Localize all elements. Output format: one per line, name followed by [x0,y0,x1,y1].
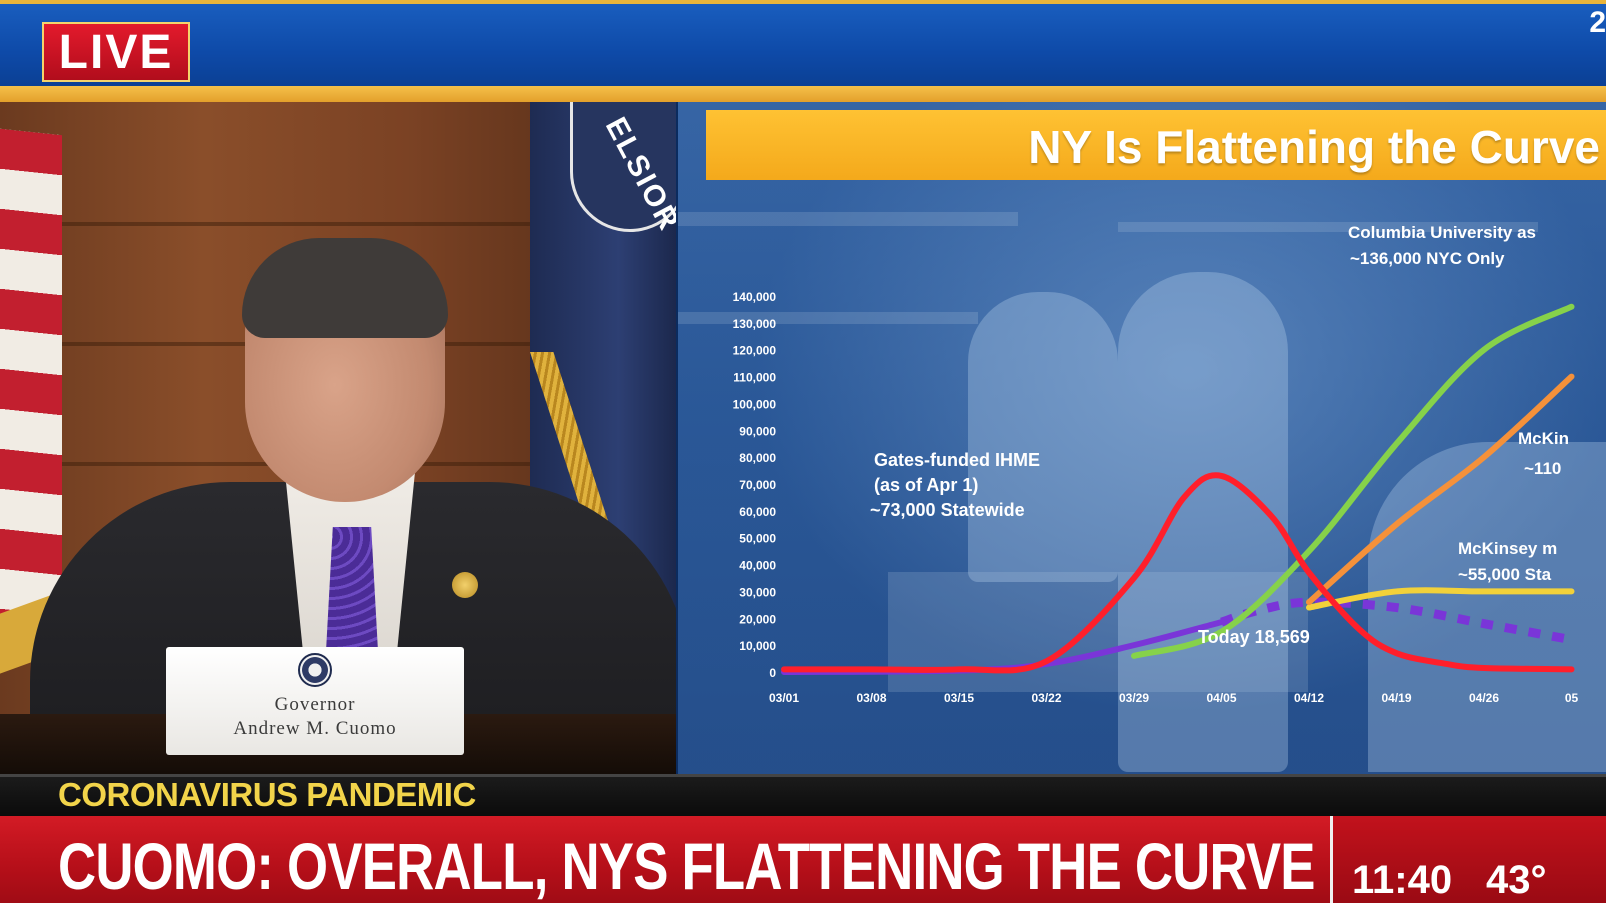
y-tick-label: 20,000 [739,612,776,626]
x-tick-label: 03/22 [1031,691,1061,705]
corner-channel-digit: 2 [1589,6,1606,39]
mckinsey-high-annotation-line1: McKin [1518,429,1569,448]
y-tick-label: 10,000 [739,639,776,653]
mckinsey-high-annotation-line2: ~110 [1524,459,1561,478]
clock-time: 11:40 [1352,858,1453,902]
presentation-slide: NY Is Flattening the Curve 140,000 130,00… [678,102,1606,774]
y-tick-label: 50,000 [739,532,776,546]
x-tick-label: 04/12 [1294,691,1324,705]
lapel-pin [452,572,478,598]
today-annotation: Today 18,569 [1198,627,1310,647]
y-tick-label: 120,000 [733,344,777,358]
series-line-actual [781,619,1225,675]
y-tick-label: 140,000 [733,290,777,304]
top-gold-stripe [0,86,1606,102]
x-tick-label: 03/08 [856,691,886,705]
y-tick-label: 80,000 [739,451,776,465]
nameplate-name: Andrew M. Cuomo [233,718,397,739]
y-tick-label: 70,000 [739,478,776,492]
x-tick-label: 05 [1565,691,1579,705]
x-tick-label: 04/19 [1381,691,1411,705]
columbia-annotation-line2: ~136,000 NYC Only [1350,249,1505,268]
y-tick-label: 130,000 [733,317,777,331]
y-tick-label: 0 [769,666,776,680]
ny-seal-icon [298,653,332,687]
x-tick-label: 04/26 [1469,691,1499,705]
live-badge: LIVE [42,22,190,82]
x-tick-label: 03/15 [944,691,974,705]
x-tick-label: 03/01 [769,691,799,705]
temperature: 43° [1486,858,1547,902]
ihme-annotation-line2: (as of Apr 1) [874,475,978,495]
y-tick-label: 100,000 [733,397,777,411]
y-tick-label: 90,000 [739,424,776,438]
speaker-hair [242,238,448,338]
video-feed: ELSIOR Governor Andrew M. Cuomo [0,102,678,774]
nameplate: Governor Andrew M. Cuomo [166,647,464,755]
y-tick-label: 30,000 [739,585,776,599]
ihme-annotation-line3: ~73,000 Statewide [870,500,1025,520]
nameplate-title: Governor [274,694,356,715]
ihme-annotation-line1: Gates-funded IHME [874,450,1040,470]
y-tick-label: 110,000 [733,371,776,385]
y-tick-label: 60,000 [739,505,776,519]
y-tick-label: 40,000 [739,559,776,573]
x-tick-label: 04/05 [1206,691,1236,705]
mckinsey-mid-annotation-line1: McKinsey m [1458,539,1557,558]
headline-text: CUOMO: OVERALL, NYS FLATTENING THE CURVE [58,829,1316,903]
columbia-annotation-line1: Columbia University as [1348,223,1536,242]
mckinsey-mid-annotation-line2: ~55,000 Sta [1458,565,1552,584]
curve-chart: 140,000 130,000 120,000 110,000 100,000 90,00… [733,223,1579,705]
top-banner [0,0,1606,88]
topic-label: CORONAVIRUS PANDEMIC [58,776,476,813]
x-tick-label: 03/29 [1119,691,1149,705]
